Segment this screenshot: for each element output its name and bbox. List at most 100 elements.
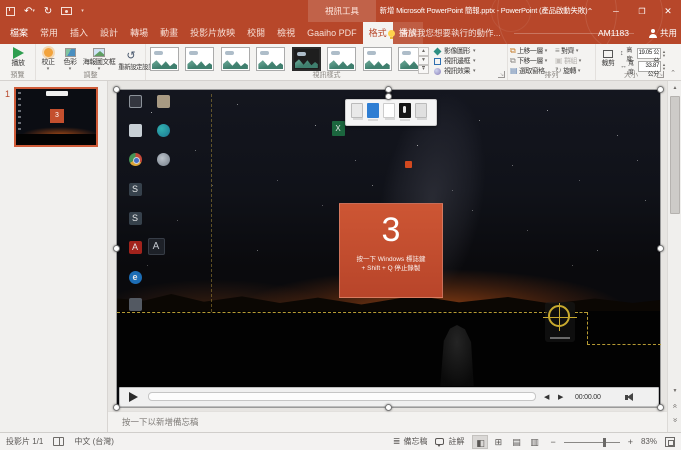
close-icon[interactable]	[655, 0, 681, 22]
gallery-scroll-up-icon[interactable]	[418, 47, 429, 56]
video-step-forward-icon[interactable]	[558, 393, 563, 401]
poster-frame-button[interactable]: 海報圖文框	[81, 46, 117, 72]
slide-sorter-view-icon[interactable]	[490, 435, 506, 449]
resize-handle-bottom-center[interactable]	[385, 404, 392, 411]
video-style-thumbnail[interactable]	[221, 47, 250, 71]
video-border-button[interactable]: 視訊邊框	[434, 56, 504, 66]
scroll-down-icon[interactable]	[669, 385, 681, 397]
share-button[interactable]: 共用	[649, 22, 677, 44]
tab-home[interactable]: 常用	[34, 22, 64, 44]
maximize-icon[interactable]	[629, 0, 655, 22]
scrollbar-thumb[interactable]	[670, 96, 680, 214]
normal-view-icon[interactable]	[472, 435, 488, 449]
tab-transitions[interactable]: 轉場	[124, 22, 154, 44]
save-icon[interactable]	[6, 3, 15, 19]
excel-icon: X	[332, 121, 345, 136]
language-indicator[interactable]: 中文 (台灣)	[74, 436, 114, 447]
height-spinner[interactable]: ▲▼	[662, 50, 666, 58]
dialog-launcher-icon[interactable]	[657, 71, 664, 78]
tell-me-box[interactable]: 告訴我您想要執行的動作...	[388, 22, 634, 44]
corrections-button[interactable]: 校正	[37, 46, 59, 72]
video-style-gallery	[150, 47, 414, 73]
gallery-scroll-down-icon[interactable]	[418, 56, 429, 65]
proofing-icon[interactable]	[53, 437, 64, 446]
video-style-thumbnail[interactable]	[256, 47, 285, 71]
resize-handle-top-center[interactable]	[385, 86, 392, 93]
notes-pane[interactable]: 按一下以新增備忘稿	[108, 411, 667, 432]
tab-view[interactable]: 檢視	[271, 22, 301, 44]
resize-handle-bottom-left[interactable]	[113, 404, 120, 411]
thumbnail-countdown: 3	[50, 109, 64, 123]
minimize-icon[interactable]	[603, 0, 629, 22]
resize-handle-middle-left[interactable]	[113, 245, 120, 252]
tab-gaaiho-pdf[interactable]: Gaaiho PDF	[301, 22, 363, 44]
resize-handle-bottom-right[interactable]	[657, 404, 664, 411]
scroll-up-icon[interactable]	[669, 82, 681, 94]
zoom-slider-thumb[interactable]	[603, 438, 606, 447]
undo-icon[interactable]	[24, 3, 35, 19]
group-label-text: 群組	[564, 56, 577, 66]
play-button[interactable]: 播放	[4, 46, 32, 68]
slide-thumbnail[interactable]: 3	[14, 87, 98, 147]
reset-icon	[117, 46, 145, 64]
resize-handle-middle-right[interactable]	[657, 245, 664, 252]
tab-file[interactable]: 檔案	[4, 22, 34, 44]
video-play-icon[interactable]	[129, 392, 138, 402]
width-spinner[interactable]: ▲▼	[662, 63, 666, 71]
zoom-in-button[interactable]: +	[628, 437, 633, 447]
collapse-ribbon-icon[interactable]	[670, 69, 676, 77]
height-field[interactable]: 19.05 公分	[637, 48, 661, 59]
previous-slide-icon[interactable]	[669, 400, 681, 412]
video-style-thumbnail[interactable]	[327, 47, 356, 71]
dropdown-caret	[576, 49, 578, 54]
zoom-level[interactable]: 83%	[641, 437, 657, 446]
dialog-launcher-icon[interactable]	[498, 71, 505, 78]
zoom-slider[interactable]	[564, 437, 620, 447]
ribbon-display-options-icon[interactable]	[577, 0, 603, 22]
vertical-scrollbar[interactable]	[667, 81, 681, 432]
tab-design[interactable]: 設計	[94, 22, 124, 44]
color-button[interactable]: 色彩	[59, 46, 81, 72]
video-shape-button[interactable]: 影像圖形	[434, 46, 504, 56]
reset-design-button[interactable]: 重新設定設計	[117, 46, 145, 72]
video-progress-track[interactable]	[148, 392, 536, 401]
zoom-out-button[interactable]: −	[550, 437, 555, 447]
video-style-thumbnail[interactable]	[363, 47, 392, 71]
reading-view-icon[interactable]	[508, 435, 524, 449]
video-style-thumbnail-selected[interactable]	[292, 47, 321, 71]
video-object[interactable]: S S A A e X 3 按一下 Windows 標誌鍵 + Shift + …	[116, 89, 661, 408]
acrobat-icon: A	[129, 241, 142, 254]
ribbon: 播放 預覽 校正 色彩 海報圖文框 重新設定設計	[0, 44, 681, 81]
customize-qat-caret[interactable]	[81, 3, 84, 19]
width-icon: ↔	[620, 63, 627, 70]
notes-toggle[interactable]: 備忘稿	[393, 436, 428, 447]
comments-toggle-label: 註解	[448, 436, 464, 447]
tab-animations[interactable]: 動畫	[154, 22, 184, 44]
record-region-dash-horizontal	[587, 344, 661, 345]
next-slide-icon[interactable]	[669, 414, 681, 426]
video-step-back-icon[interactable]	[544, 393, 549, 401]
screen-record-icon[interactable]	[61, 3, 72, 19]
tab-slideshow[interactable]: 投影片放映	[184, 22, 241, 44]
fit-to-window-icon[interactable]	[665, 437, 675, 447]
comments-toggle[interactable]: 註解	[435, 436, 464, 447]
account-name[interactable]: AM1183	[598, 22, 629, 44]
redo-icon[interactable]	[44, 3, 52, 19]
tab-insert[interactable]: 插入	[64, 22, 94, 44]
volume-icon[interactable]	[625, 393, 637, 402]
resize-handle-top-right[interactable]	[657, 86, 664, 93]
slideshow-view-icon[interactable]	[526, 435, 542, 449]
crop-button[interactable]: 裁剪	[597, 46, 619, 68]
rotate-handle[interactable]	[385, 93, 392, 100]
person-silhouette	[435, 325, 479, 386]
screen-recording-toolbar	[345, 99, 437, 126]
send-backward-button[interactable]: ⧉ 下移一層	[510, 56, 556, 66]
align-button[interactable]: ≡ 對齊	[555, 46, 595, 56]
tab-review[interactable]: 校閱	[241, 22, 271, 44]
video-style-thumbnail[interactable]	[185, 47, 214, 71]
resize-handle-top-left[interactable]	[113, 86, 120, 93]
video-style-thumbnail[interactable]	[150, 47, 179, 71]
undo-dropdown-caret[interactable]	[32, 8, 35, 14]
dropdown-caret	[579, 59, 581, 64]
bring-forward-button[interactable]: ⧉ 上移一層	[510, 46, 556, 56]
